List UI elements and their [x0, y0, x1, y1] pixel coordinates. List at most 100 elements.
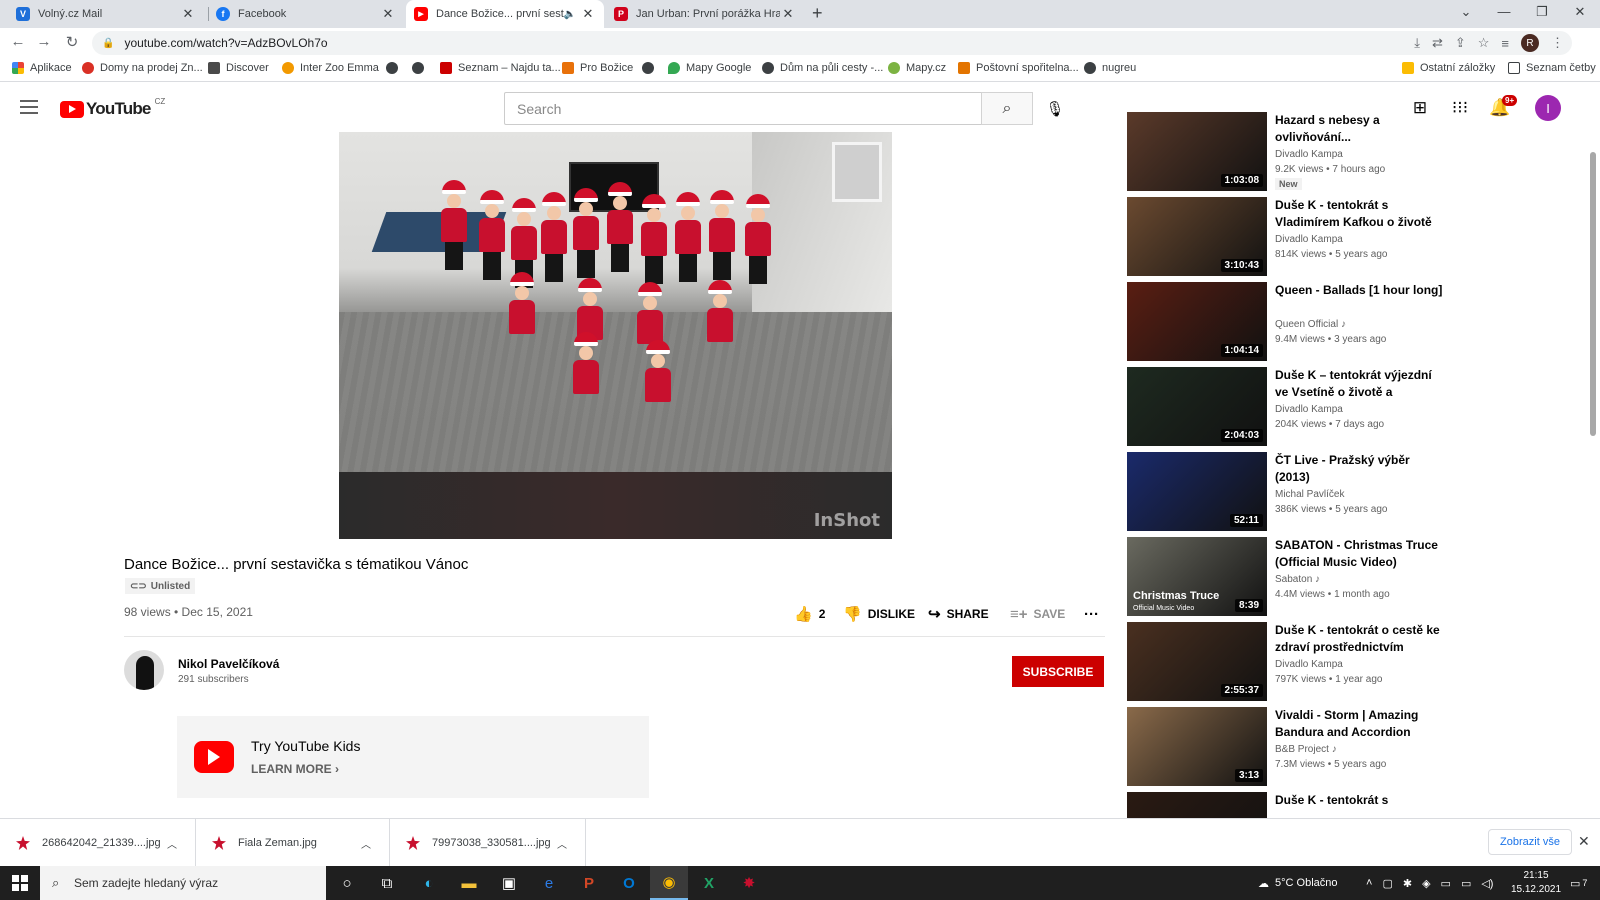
bookmark-item[interactable] — [642, 62, 660, 74]
recommended-video[interactable]: 3:10:43 Duše K - tentokrát s Vladimírem K… — [1127, 197, 1447, 277]
bookmark-item[interactable] — [386, 62, 404, 74]
browser-tab-news[interactable]: P Jan Urban: První porážka Hradu j ✕ — [606, 0, 804, 28]
new-tab-icon[interactable]: + — [812, 3, 823, 24]
meet-now-icon[interactable]: ▢ — [1382, 877, 1392, 890]
share-button[interactable]: ↪ SHARE — [928, 604, 989, 624]
volume-icon[interactable]: ◁) — [1481, 877, 1493, 890]
bookmark-item[interactable]: Discover — [208, 62, 269, 74]
tray-app-icon[interactable]: ◈ — [1422, 877, 1430, 890]
recommended-channel-name[interactable]: Divadlo Kampa — [1275, 659, 1343, 670]
bookmark-item[interactable]: Inter Zoo Emma — [282, 62, 379, 74]
back-arrow-icon[interactable]: ← — [8, 33, 28, 50]
speaker-icon[interactable]: 🔈 — [564, 9, 576, 20]
recommended-channel-name[interactable]: Queen Official ♪ — [1275, 319, 1346, 330]
recommended-video-title[interactable]: Duše K - tentokrát s — [1275, 792, 1447, 809]
menu-hamburger-icon[interactable] — [20, 100, 38, 118]
reload-icon[interactable]: ↻ — [62, 33, 82, 51]
battery-icon[interactable]: ▭ — [1441, 877, 1451, 890]
video-player[interactable]: InShot — [339, 132, 892, 539]
recommended-channel-name[interactable]: Michal Pavlíček — [1275, 489, 1344, 500]
bookmark-item[interactable] — [412, 62, 430, 74]
image-viewer-icon[interactable]: ✸ — [730, 866, 768, 900]
recommended-video[interactable]: 1:04:14 Queen - Ballads [1 hour long] Quee… — [1127, 282, 1447, 362]
channel-name[interactable]: Nikol Pavelčíková — [178, 657, 279, 671]
bookmark-item[interactable]: Domy na prodej Zn... — [82, 62, 203, 74]
apps-grid-icon[interactable]: ⁝⁝⁝ — [1448, 98, 1472, 118]
bluetooth-icon[interactable]: ✱ — [1403, 877, 1412, 890]
search-button[interactable]: ⌕ — [981, 92, 1033, 125]
recommended-video-title[interactable]: Duše K - tentokrát o cestě ke zdraví pro… — [1275, 622, 1447, 656]
store-icon[interactable]: ▣ — [490, 866, 528, 900]
close-tab-icon[interactable]: ✕ — [780, 6, 796, 22]
video-thumbnail[interactable]: 2:04:03 — [1127, 367, 1267, 446]
windows-start-icon[interactable] — [12, 875, 28, 891]
edge-icon[interactable]: ◐ — [410, 866, 448, 900]
download-item[interactable]: Fiala Zeman.jpg ︿ — [196, 819, 390, 867]
action-center-icon[interactable]: ▭ 7 — [1570, 866, 1587, 900]
cortana-icon[interactable]: ○ — [328, 866, 366, 900]
recommended-video-title[interactable]: ČT Live - Pražský výběr (2013) — [1275, 452, 1447, 486]
channel-avatar[interactable] — [124, 650, 164, 690]
browser-tab-youtube-active[interactable]: ▶ Dance Božice... první sestavič 🔈 ✕ — [406, 0, 604, 28]
chevron-up-icon[interactable]: ˄ — [1366, 877, 1372, 889]
recommended-video[interactable]: 3:13 Vivaldi - Storm | Amazing Bandura an… — [1127, 707, 1447, 787]
recommended-video-title[interactable]: Queen - Ballads [1 hour long] — [1275, 282, 1447, 299]
video-thumbnail[interactable]: 3:13 — [1127, 707, 1267, 786]
network-icon[interactable]: ▭ — [1461, 877, 1471, 890]
close-downloads-icon[interactable]: ✕ — [1578, 833, 1590, 850]
taskbar-search-input[interactable]: ⌕ Sem zadejte hledaný výraz — [40, 866, 326, 900]
recommended-video-title[interactable]: Hazard s nebesy a ovlivňování... — [1275, 112, 1447, 146]
recommended-channel-name[interactable]: Divadlo Kampa — [1275, 404, 1343, 415]
reading-list[interactable]: Seznam četby — [1508, 62, 1596, 74]
weather-widget[interactable]: ☁ 5°C Oblačno — [1258, 866, 1338, 900]
recommended-video-title[interactable]: Vivaldi - Storm | Amazing Bandura and Ac… — [1275, 707, 1447, 741]
recommended-video[interactable]: 2:04:03 Duše K – tentokrát výjezdní ve Vs… — [1127, 367, 1447, 447]
account-avatar[interactable]: I — [1535, 95, 1561, 121]
show-all-downloads-button[interactable]: Zobrazit vše — [1488, 829, 1572, 855]
learn-more-link[interactable]: LEARN MORE › — [251, 762, 339, 776]
window-close-icon[interactable]: ✕ — [1570, 4, 1590, 20]
recommended-video[interactable]: 52:11 ČT Live - Pražský výběr (2013) Micha… — [1127, 452, 1447, 532]
video-thumbnail[interactable]: 52:11 — [1127, 452, 1267, 531]
recommended-video-title[interactable]: SABATON - Christmas Truce (Official Musi… — [1275, 537, 1447, 571]
close-tab-icon[interactable]: ✕ — [180, 6, 196, 22]
recommended-channel-name[interactable]: Divadlo Kampa — [1275, 149, 1343, 160]
reading-list-icon[interactable]: ≡ — [1501, 36, 1509, 51]
chevron-up-icon[interactable]: ︿ — [557, 836, 567, 851]
like-button[interactable]: 👍 2 — [794, 604, 825, 624]
translate-icon[interactable]: ⇄ — [1432, 35, 1443, 51]
chrome-icon[interactable]: ◉ — [650, 866, 688, 900]
dislike-button[interactable]: 👎 DISLIKE — [843, 604, 915, 624]
bookmark-item[interactable]: Pro Božice — [562, 62, 633, 74]
chevron-up-icon[interactable]: ︿ — [167, 836, 177, 851]
video-thumbnail[interactable]: 3:10:43 — [1127, 197, 1267, 276]
recommended-channel-name[interactable]: B&B Project ♪ — [1275, 744, 1337, 755]
address-bar[interactable]: 🔒 youtube.com/watch?v=AdzBOvLOh7o ⤓ ⇄ ⇪ … — [92, 31, 1572, 55]
voice-search-mic-icon[interactable]: 🎙 — [1042, 96, 1068, 122]
excel-icon[interactable]: X — [690, 866, 728, 900]
video-thumbnail[interactable]: Christmas Truce Official Music Video 8:39 — [1127, 537, 1267, 616]
video-thumbnail[interactable]: 1:04:14 — [1127, 282, 1267, 361]
save-button[interactable]: ≡+ SAVE — [1010, 604, 1065, 624]
browser-tab-mail[interactable]: V Volný.cz Mail ✕ — [8, 0, 204, 28]
forward-arrow-icon[interactable]: → — [34, 33, 54, 50]
file-explorer-icon[interactable]: ▬ — [450, 866, 488, 900]
download-item[interactable]: 268642042_21339....jpg ︿ — [0, 819, 196, 867]
recommended-channel-name[interactable]: Divadlo Kampa — [1275, 234, 1343, 245]
recommended-video[interactable]: 1:03:08 Hazard s nebesy a ovlivňování... D… — [1127, 112, 1447, 192]
restore-icon[interactable]: ❐ — [1532, 4, 1552, 20]
bookmark-item[interactable]: Dům na půli cesty -... — [762, 62, 883, 74]
browser-tab-facebook[interactable]: f Facebook ✕ — [208, 0, 404, 28]
recommended-video[interactable]: 2:55:37 Duše K - tentokrát o cestě ke zdr… — [1127, 622, 1447, 702]
clock[interactable]: 21:15 15.12.2021 — [1508, 869, 1564, 897]
bookmark-apps[interactable]: Aplikace — [12, 62, 72, 74]
other-bookmarks[interactable]: Ostatní záložky — [1402, 62, 1495, 74]
bookmark-item[interactable]: Seznam – Najdu ta... — [440, 62, 561, 74]
outlook-icon[interactable]: O — [610, 866, 648, 900]
profile-avatar[interactable]: R — [1521, 34, 1539, 52]
bookmark-item[interactable]: nugreu — [1084, 62, 1136, 74]
video-thumbnail[interactable]: 1:03:08 — [1127, 112, 1267, 191]
install-app-icon[interactable]: ⤓ — [1414, 35, 1420, 51]
close-tab-icon[interactable]: ✕ — [380, 6, 396, 22]
task-view-icon[interactable]: ⧉ — [368, 866, 406, 900]
